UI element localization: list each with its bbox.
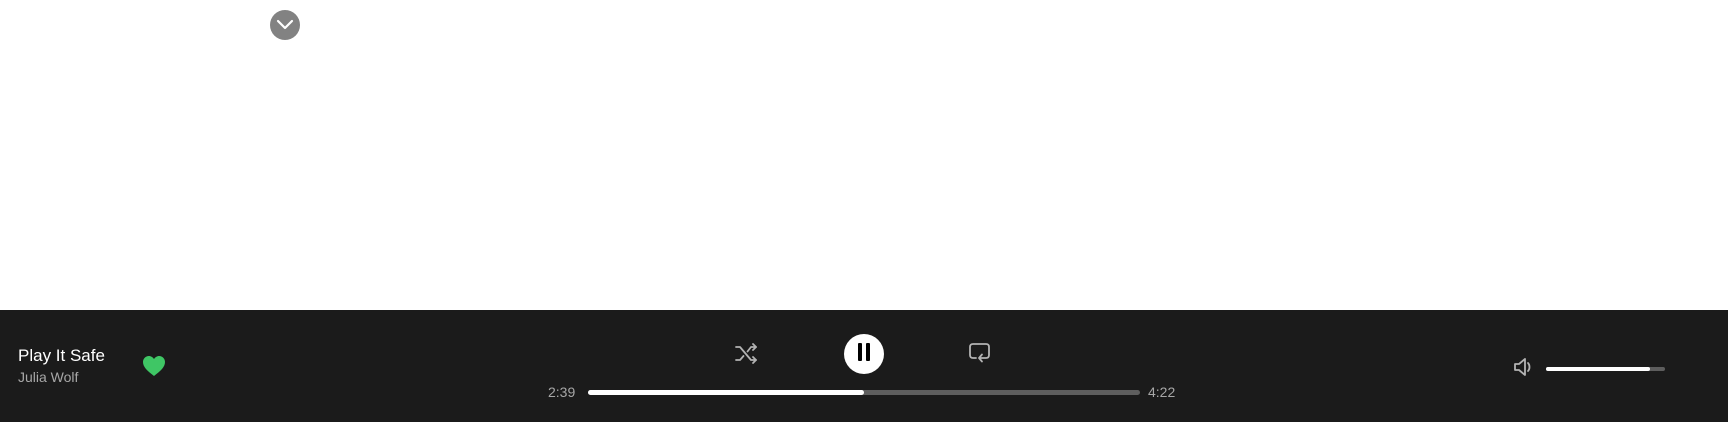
progress-fill xyxy=(588,390,864,395)
progress-bar[interactable] xyxy=(588,390,1140,395)
repeat-icon xyxy=(968,342,992,369)
volume-slider[interactable] xyxy=(1546,367,1665,371)
pause-button[interactable] xyxy=(844,334,884,374)
chevron-down-icon xyxy=(276,19,294,31)
track-title[interactable]: Play It Safe xyxy=(18,346,105,366)
player-bar: Play It Safe Julia Wolf 2:39 4:22 xyxy=(0,310,1728,422)
shuffle-button[interactable] xyxy=(733,342,761,370)
shuffle-icon xyxy=(735,342,759,370)
collapse-button[interactable] xyxy=(270,10,300,40)
total-time: 4:22 xyxy=(1148,384,1176,400)
pause-icon xyxy=(857,342,871,366)
volume-icon xyxy=(1513,357,1535,382)
elapsed-time: 2:39 xyxy=(548,384,576,400)
repeat-button[interactable] xyxy=(966,341,994,369)
track-artist[interactable]: Julia Wolf xyxy=(18,368,105,386)
volume-fill xyxy=(1546,367,1650,371)
heart-icon xyxy=(142,355,166,382)
now-playing-info: Play It Safe Julia Wolf xyxy=(18,346,105,386)
volume-button[interactable] xyxy=(1512,357,1536,381)
like-button[interactable] xyxy=(141,355,167,382)
